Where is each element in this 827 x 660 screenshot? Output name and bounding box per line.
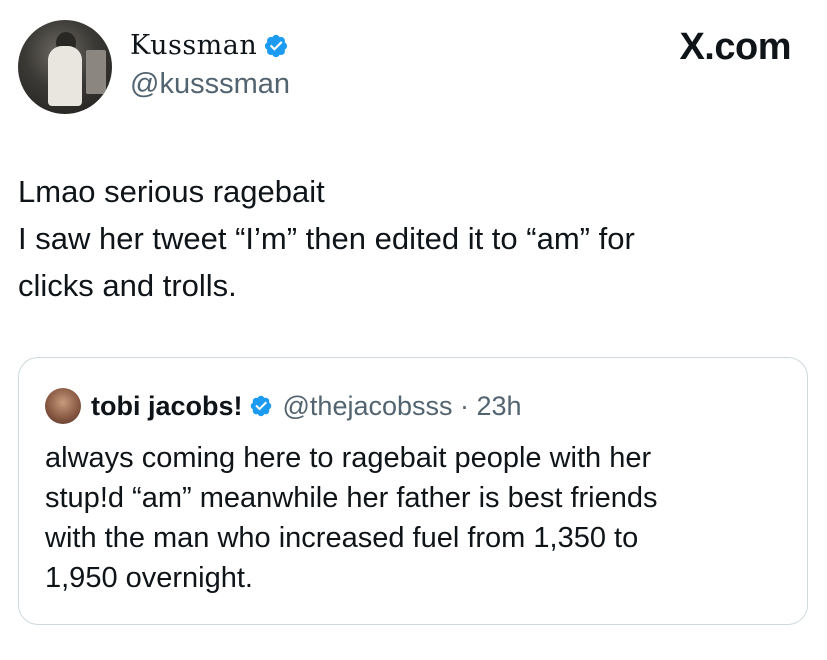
quoted-author-avatar <box>45 388 81 424</box>
avatar-figure-body <box>48 46 82 106</box>
quoted-tweet-header: tobi jacobs! @thejacobsss · 23h <box>45 388 522 424</box>
author-display-name[interactable]: Kussman <box>130 30 257 61</box>
quoted-author-handle-time: @thejacobsss · 23h <box>282 390 522 421</box>
quoted-tweet-line: with the man who increased fuel from 1,3… <box>45 522 639 554</box>
tweet-line: clicks and trolls. <box>18 268 237 303</box>
tweet-text: Lmao serious ragebait I saw her tweet “I… <box>18 168 808 309</box>
tweet-line: I saw her tweet “I’m” then edited it to … <box>18 221 635 256</box>
author-name-row: Kussman <box>130 30 289 61</box>
author-handle[interactable]: @kusssman <box>130 68 290 101</box>
verified-badge-icon <box>249 394 273 418</box>
quoted-tweet-line: always coming here to ragebait people wi… <box>45 442 652 474</box>
quoted-tweet-line: stup!d “am” meanwhile her father is best… <box>45 482 658 514</box>
quoted-tweet-text: always coming here to ragebait people wi… <box>45 438 785 598</box>
author-avatar[interactable] <box>18 20 112 114</box>
quoted-tweet-line: 1,950 overnight. <box>45 562 253 594</box>
tweet-line: Lmao serious ragebait <box>18 174 325 209</box>
verified-badge-icon <box>263 33 289 59</box>
quoted-author-name: tobi jacobs! <box>91 390 243 421</box>
brand-watermark: X.com <box>679 26 791 68</box>
quoted-tweet-card[interactable]: tobi jacobs! @thejacobsss · 23h always c… <box>18 357 808 625</box>
avatar-background-equipment <box>86 50 106 94</box>
